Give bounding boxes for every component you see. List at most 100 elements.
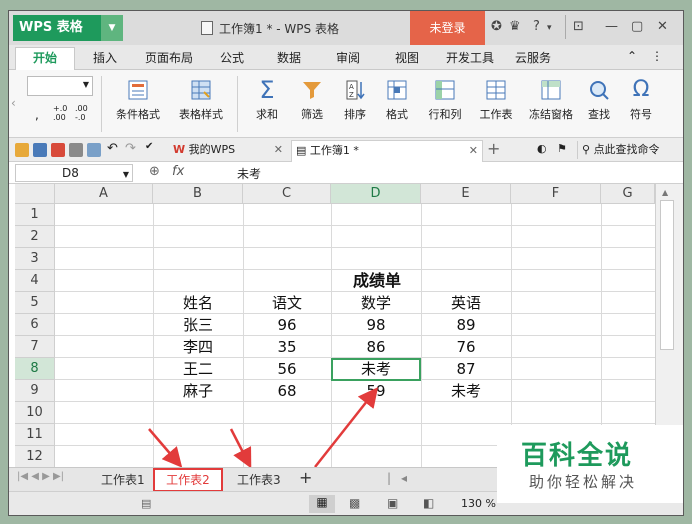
close-icon[interactable]: ✕	[274, 140, 283, 160]
tab-cloud[interactable]: 云服务	[515, 49, 551, 66]
table-title[interactable]: 成绩单	[243, 270, 511, 292]
fx-icon[interactable]: fx	[172, 164, 184, 179]
data-cell[interactable]: 56	[243, 358, 331, 380]
column-header[interactable]: B	[153, 184, 243, 204]
data-cell[interactable]: 96	[243, 314, 331, 336]
row-header[interactable]: 2	[15, 226, 55, 248]
page-view-icon[interactable]: ▩	[349, 496, 360, 510]
scroll-thumb[interactable]	[660, 200, 674, 350]
page-break-icon[interactable]: ▣	[387, 496, 398, 510]
wps-logo-button[interactable]: WPS 表格 ▼	[13, 15, 123, 41]
more-icon[interactable]: ⋮	[651, 49, 663, 63]
help-button[interactable]: ?	[533, 19, 540, 34]
data-cell[interactable]: 麻子	[153, 380, 243, 402]
flag-icon[interactable]: ⚑	[557, 142, 567, 155]
data-cell[interactable]: 张三	[153, 314, 243, 336]
up-icon[interactable]: ⌃	[627, 49, 637, 63]
tab-insert[interactable]: 插入	[93, 49, 117, 66]
decrease-decimal-icon[interactable]: .00 -.0	[75, 104, 88, 122]
data-cell[interactable]: 76	[421, 336, 511, 358]
worksheet-button[interactable]: 工作表	[471, 78, 521, 122]
new-tab-button[interactable]: +	[487, 139, 500, 158]
comma-icon[interactable]: ,	[35, 108, 39, 122]
data-cell[interactable]: 87	[421, 358, 511, 380]
tab-formula[interactable]: 公式	[220, 49, 244, 66]
redo-icon[interactable]: ↷	[125, 141, 136, 156]
row-header[interactable]: 1	[15, 204, 55, 226]
select-all-corner[interactable]	[15, 184, 55, 204]
data-cell[interactable]: 68	[243, 380, 331, 402]
column-header[interactable]: C	[243, 184, 331, 204]
tab-review[interactable]: 审阅	[336, 49, 360, 66]
row-col-button[interactable]: 行和列	[421, 78, 469, 122]
chevron-down-icon[interactable]: ▼	[101, 15, 123, 41]
column-header[interactable]: F	[511, 184, 601, 204]
freeze-panes-button[interactable]: 冻结窗格	[524, 78, 578, 122]
header-cell[interactable]: 语文	[243, 292, 331, 314]
row-header-selected[interactable]: 8	[15, 358, 55, 380]
filter-button[interactable]: 筛选	[292, 78, 332, 122]
row-header[interactable]: 12	[15, 446, 55, 468]
formula-input[interactable]: 未考	[237, 165, 261, 182]
scroll-left-arrow-icon[interactable]: ◂	[401, 471, 407, 485]
zoom-formula-icon[interactable]: ⊕	[149, 164, 160, 179]
shirt-icon[interactable]: ♛	[509, 19, 521, 34]
data-cell[interactable]: 李四	[153, 336, 243, 358]
close-icon[interactable]: ✕	[469, 141, 478, 161]
name-box[interactable]: D8 ▼	[15, 164, 133, 182]
data-cell[interactable]: 86	[331, 336, 421, 358]
row-header[interactable]: 9	[15, 380, 55, 402]
symbol-button[interactable]: Ω 符号	[621, 78, 661, 122]
preview-icon[interactable]	[87, 143, 101, 157]
restore-icon[interactable]: ⊡	[573, 19, 584, 34]
tab-home[interactable]: 开始	[15, 47, 75, 70]
column-header-selected[interactable]: D	[331, 184, 421, 204]
scroll-up-icon[interactable]: ▲	[662, 188, 668, 197]
number-format-select[interactable]: ▼	[27, 76, 93, 96]
macro-icon[interactable]: ▤	[141, 497, 151, 510]
find-button[interactable]: 查找	[579, 78, 619, 122]
scroll-left-icon[interactable]: |	[387, 471, 391, 485]
reading-mode-icon[interactable]: ◧	[423, 496, 434, 510]
sheet-nav-icons[interactable]: |◀ ◀ ▶ ▶|	[17, 471, 64, 482]
customize-icon[interactable]: ✔	[145, 141, 153, 152]
zoom-level[interactable]: 130 %	[461, 497, 496, 510]
open-folder-icon[interactable]	[15, 143, 29, 157]
data-cell[interactable]: 王二	[153, 358, 243, 380]
print-icon[interactable]	[69, 143, 83, 157]
data-cell[interactable]: 89	[421, 314, 511, 336]
row-header[interactable]: 6	[15, 314, 55, 336]
tab-page-layout[interactable]: 页面布局	[145, 49, 193, 66]
add-sheet-button[interactable]: +	[299, 468, 312, 487]
save-icon[interactable]	[33, 143, 47, 157]
row-header[interactable]: 7	[15, 336, 55, 358]
tab-my-wps[interactable]: W 我的WPS ✕	[169, 140, 287, 162]
tab-workbook1[interactable]: ▤ 工作簿1 * ✕	[291, 140, 483, 162]
row-header[interactable]: 3	[15, 248, 55, 270]
row-header[interactable]: 11	[15, 424, 55, 446]
sort-button[interactable]: AZ 排序	[335, 78, 375, 122]
data-cell[interactable]: 35	[243, 336, 331, 358]
doc-icon[interactable]: ◐	[537, 142, 547, 155]
data-cell[interactable]: 未考	[421, 380, 511, 402]
conditional-format-button[interactable]: 条件格式	[109, 78, 167, 122]
chevron-down-icon[interactable]: ▾	[547, 23, 552, 33]
undo-icon[interactable]: ↶	[107, 141, 118, 156]
maximize-button[interactable]: ▢	[631, 19, 643, 34]
header-cell[interactable]: 姓名	[153, 292, 243, 314]
tab-developer[interactable]: 开发工具	[446, 49, 494, 66]
header-cell[interactable]: 英语	[421, 292, 511, 314]
minimize-button[interactable]: —	[605, 19, 618, 34]
row-header[interactable]: 10	[15, 402, 55, 424]
skin-icon[interactable]: ✪	[491, 19, 502, 34]
table-style-button[interactable]: 表格样式	[172, 78, 230, 122]
close-button[interactable]: ✕	[657, 19, 668, 34]
data-cell[interactable]: 59	[331, 380, 421, 402]
tab-data[interactable]: 数据	[277, 49, 301, 66]
row-header[interactable]: 5	[15, 292, 55, 314]
login-button[interactable]: 未登录	[410, 11, 485, 45]
sheet-tab-2[interactable]: 工作表2	[153, 468, 223, 492]
command-search[interactable]: ⚲ 点此查找命令	[577, 141, 683, 159]
normal-view-icon[interactable]: ▦	[309, 495, 335, 513]
sum-button[interactable]: Σ 求和	[247, 78, 287, 122]
